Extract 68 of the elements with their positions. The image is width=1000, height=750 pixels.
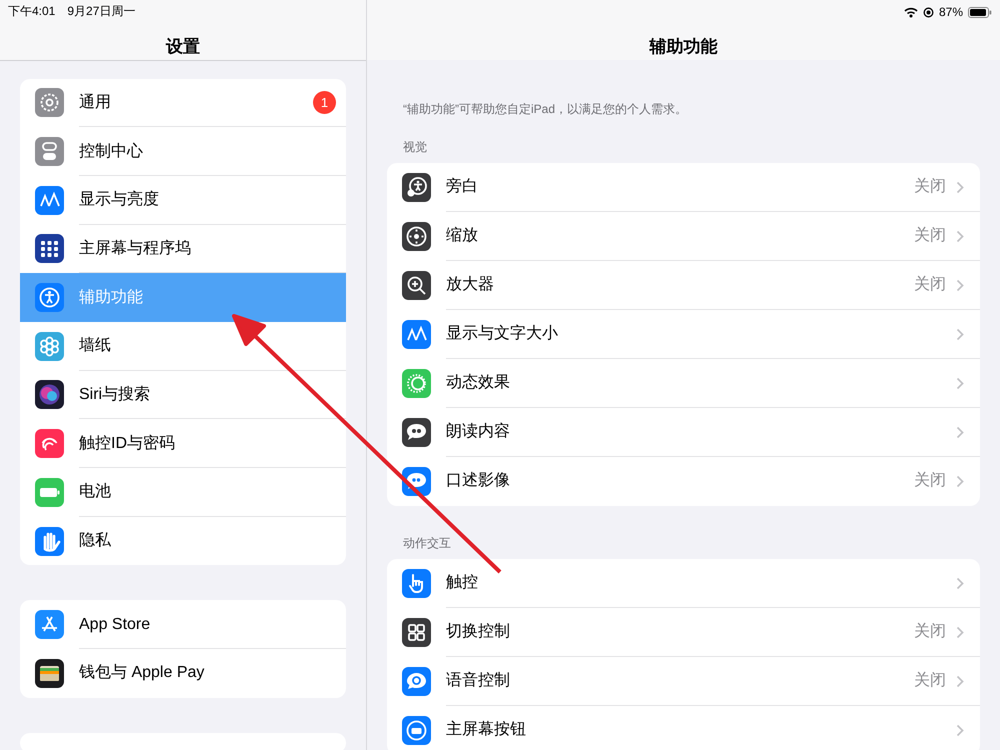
section-header: 视觉 xyxy=(402,138,428,156)
chevron-icon xyxy=(956,328,964,340)
grid-icon xyxy=(402,618,431,646)
section-header: 动作交互 xyxy=(402,534,452,552)
chevron-icon xyxy=(956,278,964,292)
chevron-icon xyxy=(956,674,964,688)
motion-icon xyxy=(402,368,431,398)
sidebar-item[interactable]: 控制中心 xyxy=(20,127,346,176)
battery-icon xyxy=(35,478,64,507)
fingerprint-icon xyxy=(35,429,64,458)
wallet-icon xyxy=(35,658,64,688)
sidebar-item[interactable]: 触控ID与密码 xyxy=(20,419,346,468)
status-time: 下午4:01 xyxy=(8,3,56,20)
setting-value: 关闭 xyxy=(914,226,946,246)
rotation-lock-icon xyxy=(922,6,934,18)
settings-row[interactable]: 放大器 关闭 xyxy=(387,260,980,310)
sidebar-item[interactable]: App Store xyxy=(20,600,346,650)
settings-row[interactable]: 主屏幕按钮 xyxy=(387,706,980,750)
settings-row[interactable]: 切换控制 关闭 xyxy=(387,608,980,656)
sidebar-item[interactable]: 隐私 xyxy=(20,516,346,566)
settings-row[interactable]: 动态效果 xyxy=(387,358,980,408)
settings-row[interactable]: 旁白 关闭 xyxy=(387,162,980,212)
chevron-icon xyxy=(956,474,964,488)
battery-percentage: 87% xyxy=(938,4,963,21)
chevron-icon xyxy=(956,426,964,438)
hand-icon xyxy=(35,526,64,556)
sidebar-item[interactable]: 显示与亮度 xyxy=(20,176,346,225)
sidebar-item[interactable]: 通用 1 xyxy=(20,78,346,128)
accessibility-icon xyxy=(402,172,431,202)
page-title: 辅助功能 xyxy=(650,37,718,56)
wifi-icon xyxy=(904,6,918,18)
chevron-icon xyxy=(956,724,964,736)
chevron-icon xyxy=(956,180,964,194)
settings-row[interactable]: 触控 xyxy=(387,558,980,608)
setting-value: 关闭 xyxy=(914,274,946,295)
chevron-icon xyxy=(956,626,964,638)
chevron-icon xyxy=(956,376,964,390)
setting-value: 关闭 xyxy=(914,470,946,491)
zoom-icon xyxy=(402,222,431,250)
setting-value: 关闭 xyxy=(914,670,946,691)
sidebar-item[interactable]: 钱包与 Apple Pay xyxy=(20,649,346,698)
chevron-icon xyxy=(956,576,964,590)
sidebar-title: 设置 xyxy=(166,37,200,56)
app-grid-icon xyxy=(35,234,64,264)
sidebar-item[interactable]: 主屏幕与程序坞 xyxy=(20,224,346,274)
settings-row[interactable]: 朗读内容 xyxy=(387,408,980,456)
sidebar-item[interactable]: 电池 xyxy=(20,468,346,517)
settings-row[interactable]: 显示与文字大小 xyxy=(387,310,980,358)
magnifier-icon xyxy=(402,270,431,300)
accessibility-icon xyxy=(35,283,64,312)
speech-bubble-icon xyxy=(402,418,431,446)
setting-value: 关闭 xyxy=(914,176,946,197)
speech-bubble-icon xyxy=(402,666,431,696)
settings-row[interactable]: 缩放 关闭 xyxy=(387,212,980,260)
setting-value: 关闭 xyxy=(914,622,946,642)
app-store-icon xyxy=(35,610,64,640)
flower-icon xyxy=(35,332,64,361)
chevron-icon xyxy=(956,230,964,242)
status-date: 9月27日周一 xyxy=(67,3,136,20)
notification-badge: 1 xyxy=(313,91,336,114)
gear-icon xyxy=(35,88,64,118)
settings-row[interactable]: 语音控制 关闭 xyxy=(387,656,980,706)
pointing-hand-icon xyxy=(402,568,431,598)
description-text: “辅助功能”可帮助您自定iPad，以满足您的个人需求。 xyxy=(402,100,688,118)
orb-icon xyxy=(35,380,64,410)
battery-icon xyxy=(968,6,992,18)
home-button-icon xyxy=(402,716,431,744)
toggles-icon xyxy=(35,137,64,166)
